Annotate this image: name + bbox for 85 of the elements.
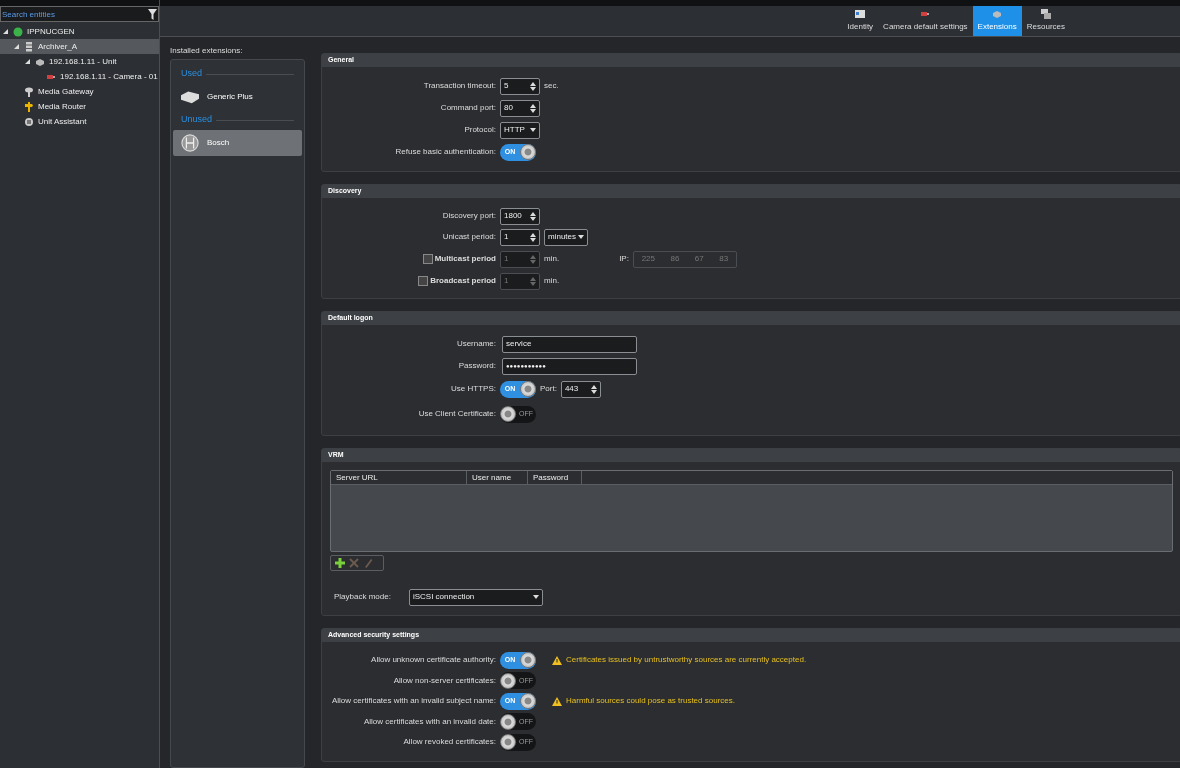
field-label: Broadcast period [430,275,496,287]
tree-label: IPPNUCGEN [27,25,75,38]
extension-item[interactable]: Generic Plus [173,84,302,110]
dropdown[interactable]: iSCSI connection [408,588,543,606]
group-title: Used [181,67,202,81]
field-label: Multicast period [434,253,496,265]
tree-label: Media Gateway [38,85,94,98]
tree-item[interactable]: 192.168.1.11 - Camera - 01 [0,69,159,84]
tab[interactable]: Camera default settings [878,6,973,36]
field-label: min. [544,253,560,265]
field-label: Port: [540,383,557,395]
field-label: Refuse basic authentication: [395,146,496,158]
spin-arrows-icon[interactable] [530,211,536,221]
tree-label: Media Router [38,100,87,113]
camera-icon [920,9,931,19]
field-label: Password: [458,360,496,372]
warning-icon [552,655,562,665]
warning-text: Certificates issued by untrustworthy sources are currently accepted. [566,654,807,667]
warning-icon [552,696,562,706]
field-label: Allow unknown certificate authority: [371,654,496,667]
field-label: Use Client Certificate: [418,408,496,420]
field-label: Allow non-server certificates: [393,674,496,687]
ip-octet: 67 [694,253,704,265]
field-label: Discovery port: [442,210,496,222]
field-label: Protocol: [464,124,496,136]
extension-item[interactable]: Bosch [173,130,302,156]
extension-name: Generic Plus [207,91,253,103]
circle-logo-icon [179,134,201,152]
dropdown[interactable]: minutes [544,228,588,246]
tree-item[interactable]: Archiver_A [0,39,159,54]
server-icon [24,41,34,52]
field-label: min. [544,275,560,287]
tree-label: 192.168.1.11 - Unit [49,55,117,68]
field-label: IP: [619,253,629,265]
field-label: Allow revoked certificates: [403,736,496,749]
field-label: Allow certificates with an invalid date: [363,715,496,728]
tree-item[interactable]: Media Gateway [0,84,159,99]
expander-icon[interactable] [3,29,8,34]
column-header[interactable]: Server URL [331,471,467,484]
expander-icon[interactable] [25,59,30,64]
number-field[interactable]: 80 [500,99,540,117]
tree-label: 192.168.1.11 - Camera - 01 [60,70,158,83]
field-label: Playback mode: [334,591,391,603]
column-header[interactable]: User name [467,471,528,484]
number-field[interactable]: 1800 [500,207,540,225]
group-title: Unused [181,113,213,127]
tree-label: Unit Assistant [38,115,87,128]
caret-icon [578,235,584,239]
ip-octet: 83 [719,253,729,265]
text-field[interactable]: service [502,335,637,353]
panel-title: Installed extensions: [170,45,244,57]
tab[interactable]: Identity [842,6,879,36]
column-header[interactable]: Password [528,471,582,484]
tree-item[interactable]: Unit Assistant [0,114,159,129]
number-field[interactable]: 1 [500,228,540,246]
tab[interactable]: Resources [1021,6,1070,36]
caret-icon [532,595,539,599]
dropdown[interactable]: HTTP [500,121,540,139]
router-icon [24,101,34,112]
tree-item[interactable]: Media Router [0,99,159,114]
tree-item[interactable]: IPPNUCGEN [0,24,159,39]
caret-icon [530,128,536,132]
add-icon[interactable] [335,558,345,568]
ip-octet: 225 [641,253,655,265]
field-label: Username: [456,338,496,350]
spin-arrows-icon[interactable] [530,232,536,242]
number-field[interactable]: 443 [560,380,601,398]
field-label: Unicast period: [442,231,496,243]
field-label: Command port: [440,102,496,114]
field-label: Allow certificates with an invalid subject name: [331,695,496,708]
field-label: Use HTTPS: [451,383,496,395]
field-label: sec. [544,80,559,92]
extension-name: Bosch [207,137,230,149]
ip-octet: 86 [670,253,680,265]
card-icon [855,9,866,19]
field-label: Transaction timeout: [423,80,496,92]
spin-arrows-icon[interactable] [530,81,536,91]
spin-arrows-icon[interactable] [530,103,536,113]
expander-icon[interactable] [14,44,19,49]
warning-text: Harmful sources could pose as trusted sources. [566,695,735,708]
number-field[interactable]: 5 [500,77,540,95]
tree-item[interactable]: 192.168.1.11 - Unit [0,54,159,69]
tree-label: Archiver_A [38,40,78,53]
spin-arrows-icon[interactable] [590,384,597,394]
stack-icon [1040,9,1051,19]
